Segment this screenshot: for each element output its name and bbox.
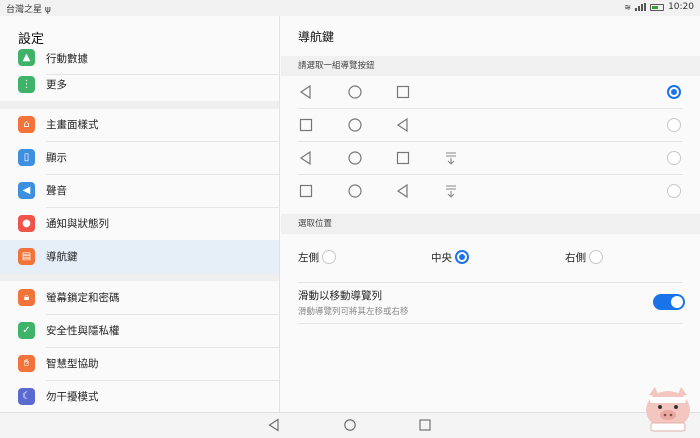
panel-title: 導航鍵 [298,30,335,44]
home-circle-icon [348,118,362,132]
position-right-radio[interactable] [589,250,603,264]
status-bar: 台灣之星 ψ ≋ 10:20 [0,0,700,16]
sidebar-item-label: 導航鍵 [46,251,78,263]
nav-set-option-1[interactable] [281,76,700,109]
sidebar-item-label: 通知與狀態列 [46,218,109,230]
navigation-key-panel: 導航鍵 請選取一組導覽按鈕 選取位置 左側 中央 右側 滑動以移動導覽列 滑動導… [281,16,700,412]
sidebar-item-smart-assist[interactable]: ✋︎ 智慧型協助 [0,347,279,380]
position-center-radio[interactable] [455,250,469,264]
notification-icon: ● [18,215,35,232]
recent-apps-icon [396,85,410,99]
sidebar-item-display[interactable]: ▯ 顯示 [0,141,279,174]
notification-pull-icon [446,185,456,198]
position-left-radio[interactable] [322,250,336,264]
position-left-label: 左側 [298,252,319,264]
nav-set-option-2[interactable] [281,109,700,142]
recent-apps-icon [299,118,313,132]
carrier-text: 台灣之星 [6,5,43,15]
swipe-navbar-title: 滑動以移動導覽列 [298,290,382,302]
position-right-option[interactable]: 右側 [565,249,625,267]
sidebar-item-do-not-disturb[interactable]: ☾ 勿干擾模式 [0,380,279,412]
sidebar-item-sound[interactable]: ◀ 聲音 [0,174,279,207]
sidebar-item-label: 智慧型協助 [46,358,99,370]
position-right-label: 右側 [565,252,586,264]
carrier-label: 台灣之星 ψ [6,2,51,15]
system-navigation-bar [0,412,700,438]
battery-icon [650,3,665,11]
sidebar-item-label: 螢幕鎖定和密碼 [46,292,120,304]
nav-back-button[interactable] [267,418,281,432]
section-header-position: 選取位置 [281,214,700,234]
sound-icon: ◀ [18,182,35,199]
position-center-label: 中央 [431,252,452,264]
recent-apps-icon [396,151,410,165]
nav-set-radio-1[interactable] [667,85,681,99]
status-right: ≋ 10:20 [624,2,694,12]
back-icon [396,117,408,133]
sidebar-item-label: 更多 [46,79,67,91]
nav-recent-button[interactable] [418,418,432,432]
position-left-option[interactable]: 左側 [298,249,358,267]
nav-set-option-3[interactable] [281,142,700,175]
sidebar-item-label: 勿干擾模式 [46,391,99,403]
sidebar-item-more[interactable]: ⋮ 更多 [0,68,279,101]
sidebar-item-home-style[interactable]: ⌂ 主畫面樣式 [0,108,279,141]
moon-icon: ☾ [18,388,35,405]
recent-apps-icon [299,184,313,198]
nav-home-button[interactable] [343,418,357,432]
notification-pull-icon [446,152,456,165]
sidebar-item-notifications[interactable]: ● 通知與狀態列 [0,207,279,240]
display-icon: ▯ [18,149,35,166]
home-circle-icon [348,85,362,99]
divider [298,282,683,283]
lock-icon: 🔒︎ [18,289,35,306]
back-icon [299,84,311,100]
home-icon: ⌂ [18,116,35,133]
back-icon [299,150,311,166]
sidebar-item-navigation-key[interactable]: ▤ 導航鍵 [0,240,279,273]
nav-set-radio-3[interactable] [667,151,681,165]
home-circle-icon [348,151,362,165]
nav-set-radio-2[interactable] [667,118,681,132]
sidebar-item-label: 安全性與隱私權 [46,325,120,337]
hand-icon: ✋︎ [18,355,35,372]
swipe-navbar-subtitle: 滑動導覽列可將其左移或右移 [298,307,409,317]
section-gap [0,273,279,281]
sidebar-item-security[interactable]: ✓ 安全性與隱私權 [0,314,279,347]
swipe-navbar-setting[interactable]: 滑動以移動導覽列 滑動導覽列可將其左移或右移 [281,284,700,322]
nav-set-option-4[interactable] [281,175,700,208]
pig-mascot-watermark [646,387,690,432]
wifi-icon: ≋ [624,2,632,12]
signal-icon [635,3,647,11]
settings-list-panel: 設定 ▲ 行動數據 ⋮ 更多 ⌂ 主畫面樣式 ▯ 顯示 ◀ 聲音 ● 通知與狀態… [0,16,280,412]
more-icon: ⋮ [18,76,35,93]
usb-icon: ψ [44,5,51,15]
divider [298,323,683,324]
sidebar-item-label: 主畫面樣式 [46,119,99,131]
clock: 10:20 [668,2,694,12]
nav-set-radio-4[interactable] [667,184,681,198]
swipe-navbar-toggle[interactable] [653,294,685,310]
home-circle-icon [348,184,362,198]
back-icon [396,183,408,199]
sidebar-item-label: 顯示 [46,152,67,164]
sidebar-item-screen-lock[interactable]: 🔒︎ 螢幕鎖定和密碼 [0,281,279,314]
shield-icon: ✓ [18,322,35,339]
section-header-buttons: 請選取一組導覽按鈕 [281,56,700,76]
mobile-data-icon: ▲ [18,49,35,66]
sidebar-item-label: 聲音 [46,185,67,197]
navigation-key-icon: ▤ [18,248,35,265]
position-center-option[interactable]: 中央 [431,249,491,267]
sidebar-item-label: 行動數據 [46,53,88,65]
